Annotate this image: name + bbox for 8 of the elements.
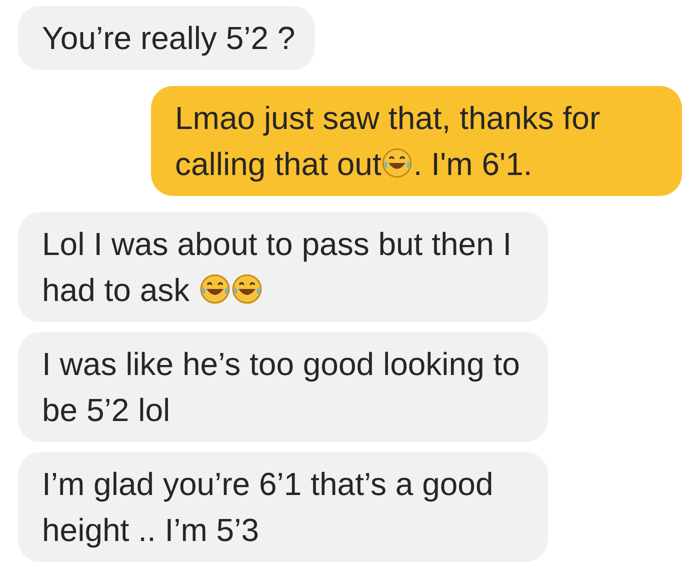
message-bubble: You’re really 5’2 ?	[18, 6, 316, 70]
message-bubble: I’m glad you’re 6’1 that’s a good height .. I’m 5’3	[18, 452, 548, 562]
laughing-face-icon	[198, 273, 231, 305]
message-bubble: Lmao just saw that, thanks for calling that out . I'm 6'1.	[151, 86, 682, 196]
laughing-face-icon	[381, 147, 414, 179]
message-bubble: I was like he’s too good looking to be 5’2 lol	[18, 332, 548, 442]
message-bubble: Lol I was about to pass but then I had to ask	[18, 212, 548, 322]
laughing-face-icon	[230, 273, 263, 305]
